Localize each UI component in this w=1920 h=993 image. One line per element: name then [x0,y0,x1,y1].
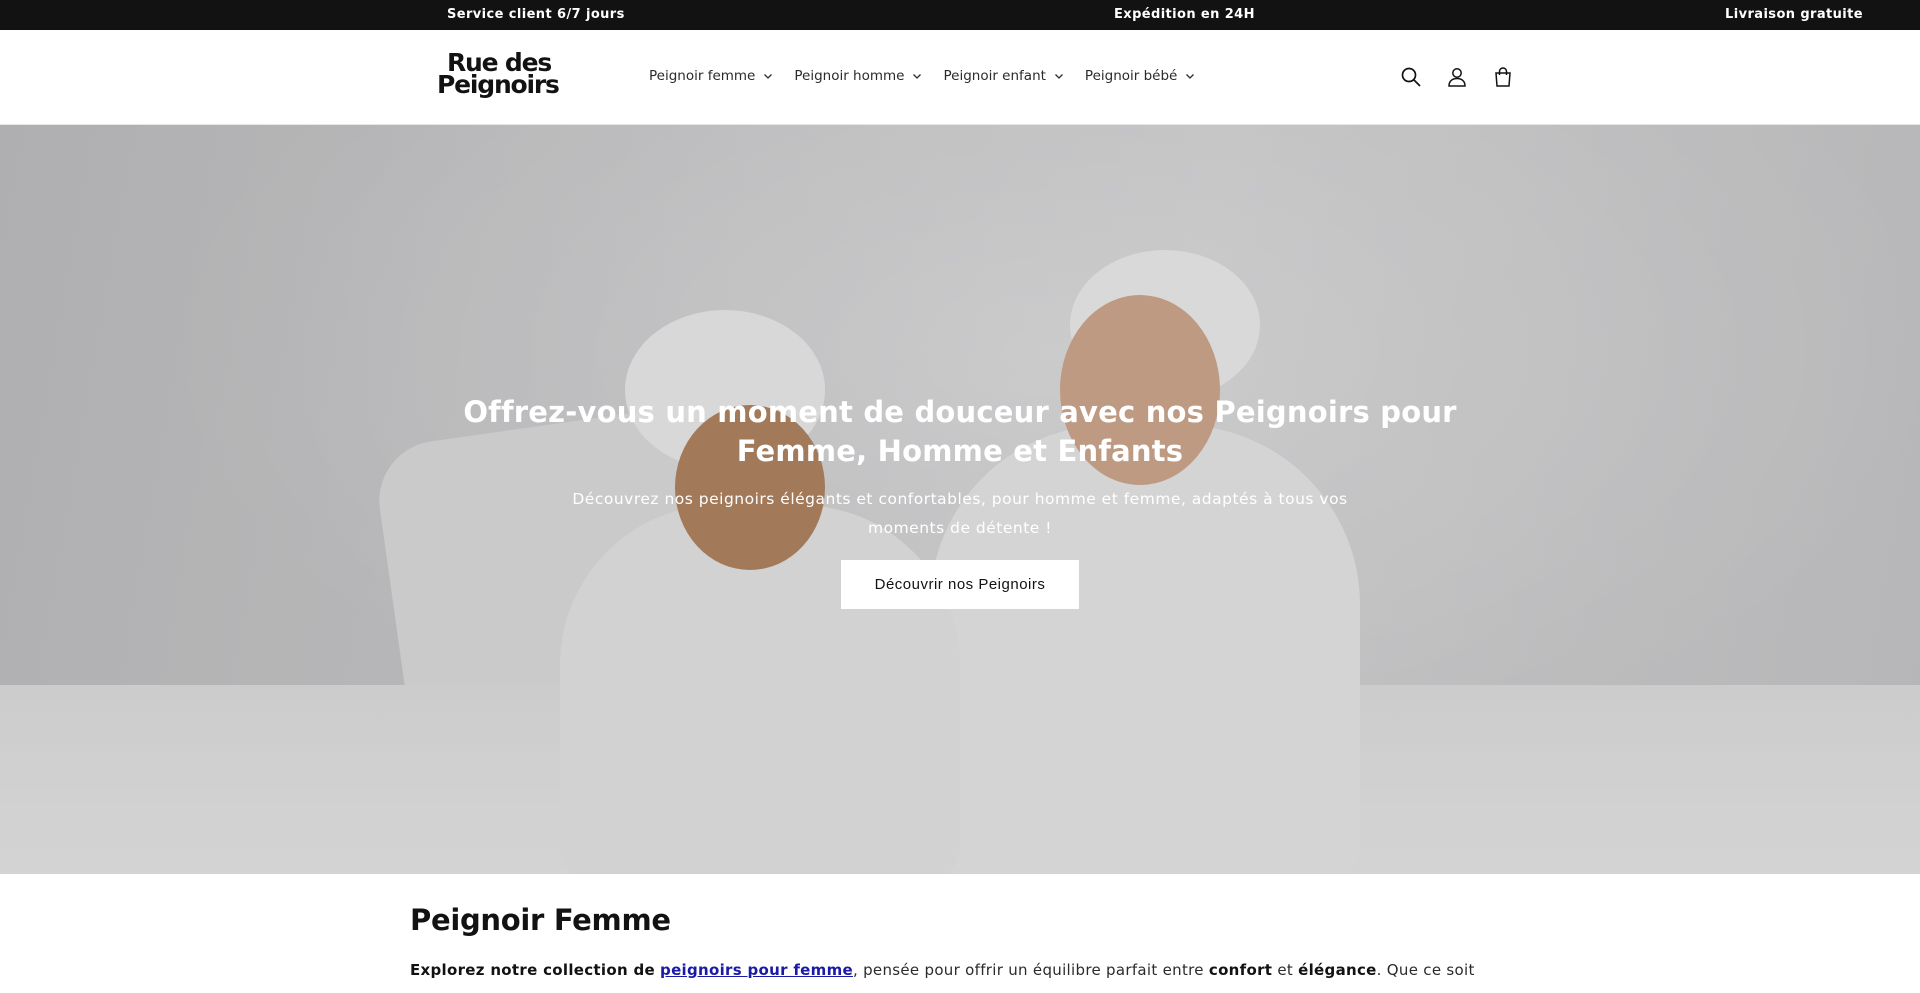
hero-title: Offrez-vous un moment de douceur avec no… [463,395,1457,468]
search-icon[interactable] [1398,64,1424,90]
header-icons [1398,64,1516,90]
chevron-down-icon [1186,74,1195,79]
hero-content: Offrez-vous un moment de douceur avec no… [460,393,1460,609]
nav-item-label: Peignoir homme [794,68,905,84]
hero-subtitle: Découvrez nos peignoirs élégants et conf… [572,490,1348,537]
nav-item-label: Peignoir bébé [1084,68,1178,84]
announcement-service: Service client 6/7 jours [447,7,625,22]
chevron-down-icon [764,74,773,79]
nav-item-peignoir-bebe[interactable]: Peignoir bébé [1085,68,1196,84]
nav-item-label: Peignoir enfant [943,68,1046,84]
discover-button[interactable]: Découvrir nos Peignoirs [841,560,1079,609]
logo-line-2: Peignoirs [437,70,560,99]
chevron-down-icon [913,74,922,79]
nav-item-label: Peignoir femme [649,68,756,84]
announcement-delivery: Livraison gratuite [1725,7,1863,22]
intro-text: , pensée pour offrir un équilibre parfai… [852,961,1204,979]
keyword-confort: confort [1208,961,1273,979]
nav-item-peignoir-femme[interactable]: Peignoir femme [649,68,774,84]
site-header: Rue des Peignoirs Peignoir femme Peignoi… [0,30,1920,125]
collection-section: Peignoir Femme Explorez notre collection… [410,903,1510,993]
logo[interactable]: Rue des Peignoirs [437,50,587,99]
keyword-elegance: élégance [1298,961,1377,979]
section-intro: Explorez notre collection de peignoirs p… [410,954,1510,993]
hero-banner: Offrez-vous un moment de douceur avec no… [0,125,1920,874]
section-heading: Peignoir Femme [410,903,671,937]
nav-item-peignoir-homme[interactable]: Peignoir homme [794,68,923,84]
main-nav: Peignoir femme Peignoir homme Peignoir e… [649,68,1216,84]
chevron-down-icon [1054,74,1063,79]
account-icon[interactable] [1444,64,1470,90]
announcement-shipping: Expédition en 24H [1114,7,1255,22]
announcement-bar: Service client 6/7 jours Expédition en 2… [0,0,1920,30]
nav-item-peignoir-enfant[interactable]: Peignoir enfant [943,68,1064,84]
cart-icon[interactable] [1490,64,1516,90]
intro-text-and: et [1277,961,1294,979]
peignoirs-femme-link[interactable]: peignoirs pour femme [660,961,853,979]
intro-bold-text: Explorez notre collection de [410,961,655,979]
